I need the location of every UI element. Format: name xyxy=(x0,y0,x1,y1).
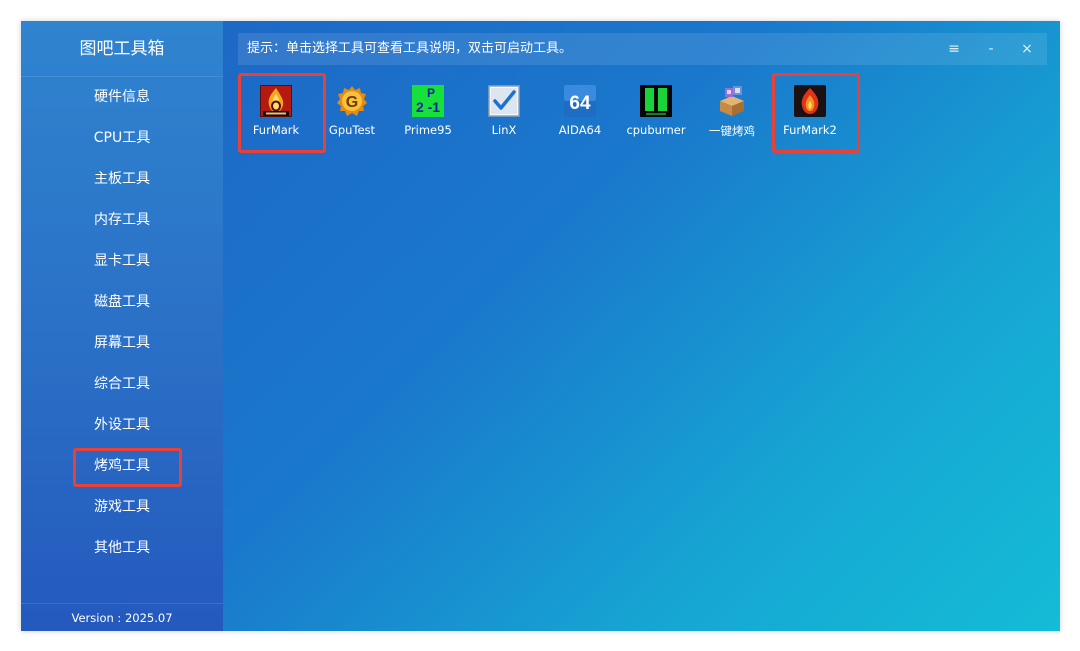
sidebar: 图吧工具箱 硬件信息 CPU工具 主板工具 内存工具 显卡工具 磁盘工具 屏幕工… xyxy=(21,21,223,631)
hint-text: 提示：单击选择工具可查看工具说明，双击可启动工具。 xyxy=(247,41,573,56)
prime95-icon-base: 2 -1 xyxy=(416,99,440,115)
one-click-burn-icon xyxy=(720,86,744,116)
app-title: 图吧工具箱 xyxy=(21,21,223,77)
tool-grid: FurMark G GpuTest P 2 -1 Prime95 LinX 64… xyxy=(238,73,1047,153)
aida64-icon: 64 xyxy=(564,85,596,117)
tool-furmark2[interactable]: FurMark2 xyxy=(772,73,860,153)
tool-label: FurMark2 xyxy=(783,123,837,137)
sidebar-item-game-tools[interactable]: 游戏工具 xyxy=(21,487,223,528)
sidebar-item-other-tools[interactable]: 其他工具 xyxy=(21,528,223,569)
tool-gputest[interactable]: G GpuTest xyxy=(314,73,390,143)
app-window: 图吧工具箱 硬件信息 CPU工具 主板工具 内存工具 显卡工具 磁盘工具 屏幕工… xyxy=(21,21,1060,631)
svg-text:G: G xyxy=(346,94,358,111)
tool-aida64[interactable]: 64 AIDA64 xyxy=(542,73,618,143)
sidebar-item-disk-tools[interactable]: 磁盘工具 xyxy=(21,282,223,323)
hint-bar: 提示：单击选择工具可查看工具说明，双击可启动工具。 ≡ - × xyxy=(238,33,1047,65)
tool-one-click-burn[interactable]: 一键烤鸡 xyxy=(694,73,770,143)
sidebar-item-motherboard-tools[interactable]: 主板工具 xyxy=(21,159,223,200)
sidebar-item-gpu-tools[interactable]: 显卡工具 xyxy=(21,241,223,282)
sidebar-item-screen-tools[interactable]: 屏幕工具 xyxy=(21,323,223,364)
sidebar-item-hardware-info[interactable]: 硬件信息 xyxy=(21,77,223,118)
sidebar-item-peripheral-tools[interactable]: 外设工具 xyxy=(21,405,223,446)
aida64-icon-text: 64 xyxy=(569,93,591,114)
tool-label: FurMark xyxy=(252,123,300,137)
sidebar-item-cpu-tools[interactable]: CPU工具 xyxy=(21,118,223,159)
prime95-icon-exponent: P xyxy=(427,86,435,100)
furmark2-icon xyxy=(794,85,826,117)
close-button[interactable]: × xyxy=(1009,33,1045,65)
tool-label: GpuTest xyxy=(328,123,376,137)
tool-label: AIDA64 xyxy=(558,123,602,137)
furmark-icon xyxy=(260,85,292,117)
sidebar-item-memory-tools[interactable]: 内存工具 xyxy=(21,200,223,241)
sidebar-item-stress-tools[interactable]: 烤鸡工具 xyxy=(21,446,223,487)
menu-button[interactable]: ≡ xyxy=(936,33,972,65)
minimize-button[interactable]: - xyxy=(973,33,1009,65)
tool-furmark[interactable]: FurMark xyxy=(238,73,326,153)
tool-prime95[interactable]: P 2 -1 Prime95 xyxy=(390,73,466,143)
tool-label: Prime95 xyxy=(404,123,452,137)
prime95-icon: P 2 -1 xyxy=(412,85,444,117)
tool-label: LinX xyxy=(491,123,517,137)
gputest-icon: G xyxy=(337,86,367,116)
sidebar-item-general-tools[interactable]: 综合工具 xyxy=(21,364,223,405)
tool-linx[interactable]: LinX xyxy=(466,73,542,143)
cpuburner-icon xyxy=(640,85,672,117)
version-label: Version : 2025.07 xyxy=(21,603,223,631)
sidebar-nav: 硬件信息 CPU工具 主板工具 内存工具 显卡工具 磁盘工具 屏幕工具 综合工具… xyxy=(21,77,223,569)
linx-icon xyxy=(488,85,520,117)
tool-cpuburner[interactable]: cpuburner xyxy=(618,73,694,143)
